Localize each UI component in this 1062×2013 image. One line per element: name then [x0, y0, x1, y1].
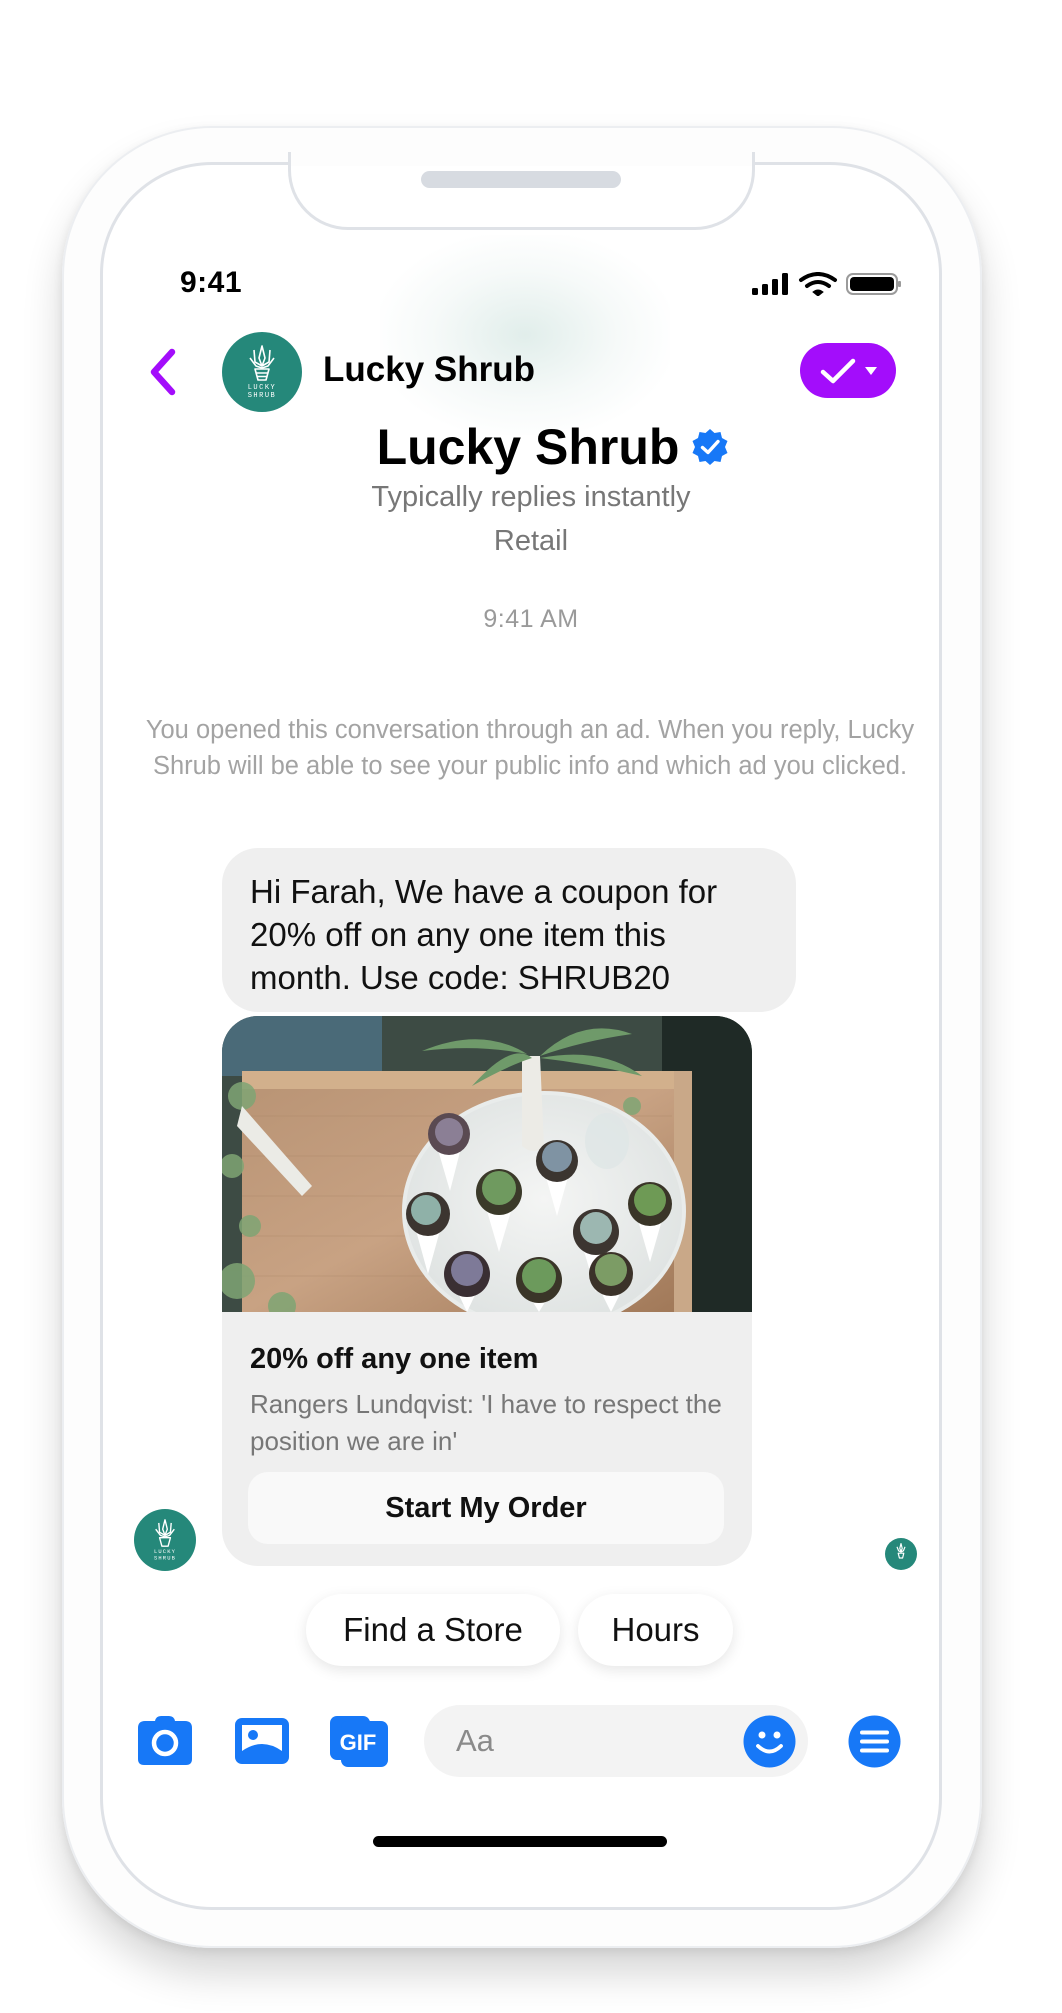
- lucky-shrub-logo-icon: LUCKY SHRUB: [248, 345, 277, 400]
- gif-icon: GIF: [330, 1716, 388, 1767]
- checkmark-icon: [820, 358, 856, 383]
- svg-text:SHRUB: SHRUB: [154, 1554, 176, 1561]
- notch-cover: [291, 150, 752, 166]
- promo-title: 20% off any one item: [250, 1343, 539, 1375]
- caret-down-icon: [865, 366, 877, 375]
- quick-reply-find-a-store[interactable]: Find a Store: [306, 1594, 560, 1666]
- chevron-left-icon: [150, 348, 176, 396]
- message-bubble: Hi Farah, We have a coupon for 20% off o…: [222, 848, 796, 1012]
- home-indicator[interactable]: [373, 1836, 667, 1847]
- menu-icon: [848, 1715, 901, 1768]
- sender-avatar[interactable]: LUCKY SHRUB: [134, 1509, 196, 1571]
- response-time-text: Typically replies instantly: [371, 481, 691, 513]
- wifi-icon: [799, 272, 837, 297]
- promo-card: 20% off any one item Rangers Lundqvist: …: [222, 1016, 752, 1566]
- phone-speaker: [421, 171, 621, 188]
- menu-button[interactable]: [848, 1715, 901, 1768]
- emoji-icon: [743, 1715, 796, 1768]
- quick-reply-hours[interactable]: Hours: [578, 1594, 733, 1666]
- photo-icon: [235, 1718, 289, 1764]
- back-button[interactable]: [142, 346, 182, 398]
- status-icons: [752, 272, 902, 297]
- svg-text:LUCKY: LUCKY: [248, 384, 277, 392]
- promo-subtitle: Rangers Lundqvist: 'I have to respect th…: [250, 1389, 722, 1456]
- start-order-button[interactable]: Start My Order: [248, 1472, 724, 1544]
- ad-notice: You opened this conversation through an …: [145, 716, 915, 780]
- camera-icon: [138, 1716, 192, 1765]
- battery-icon: [846, 273, 901, 295]
- svg-text:SHRUB: SHRUB: [248, 392, 277, 400]
- read-receipt-avatar: [885, 1538, 917, 1570]
- promo-image[interactable]: [222, 1016, 752, 1312]
- business-avatar[interactable]: LUCKY SHRUB: [222, 332, 302, 412]
- message-composer: [424, 1705, 808, 1777]
- lucky-shrub-logo-icon: LUCKY SHRUB: [154, 1519, 176, 1561]
- message-input[interactable]: [456, 1719, 706, 1763]
- header-glow: [380, 235, 670, 435]
- status-time: 9:41: [180, 266, 243, 299]
- camera-button[interactable]: [137, 1715, 193, 1767]
- profile-name: Lucky Shrub: [376, 419, 680, 475]
- lucky-shrub-logo-icon: [896, 1543, 906, 1559]
- emoji-button[interactable]: [743, 1715, 796, 1768]
- svg-text:GIF: GIF: [340, 1730, 377, 1755]
- gif-button[interactable]: GIF: [329, 1715, 389, 1767]
- business-category: Retail: [493, 525, 569, 557]
- header-business-name[interactable]: Lucky Shrub: [323, 350, 535, 390]
- verified-badge-icon: [692, 429, 728, 465]
- signal-icon: [752, 273, 788, 295]
- conversation-timestamp: 9:41 AM: [483, 605, 579, 633]
- photo-button[interactable]: [234, 1715, 290, 1767]
- profile-title: Lucky Shrub: [0, 418, 1062, 476]
- action-menu-button[interactable]: [800, 343, 896, 398]
